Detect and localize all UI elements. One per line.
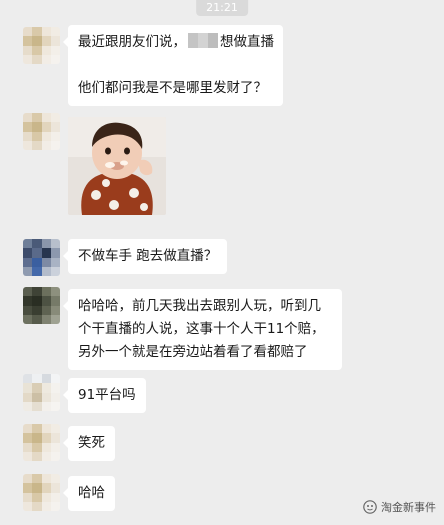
message-bubble[interactable]: 笑死 <box>63 426 115 461</box>
message-text-line: 最近跟朋友们说， 想做直播 <box>78 33 274 50</box>
image-message-baby-photo[interactable] <box>68 117 166 215</box>
message-text-line: 哈哈 <box>78 485 105 501</box>
avatar[interactable] <box>23 424 60 461</box>
message-bubble[interactable]: 哈哈哈，前几天我出去跟别人玩，听到几 个干直播的人说，这事十个人干11个赔， 另… <box>63 289 342 370</box>
avatar[interactable] <box>23 239 60 276</box>
redacted-name <box>188 33 218 48</box>
watermark: 淘金新事件 <box>363 499 436 515</box>
message-text-line: 他们都问我是不是哪里发财了？ <box>78 80 267 96</box>
baby-photo-illustration <box>68 117 166 215</box>
message-timestamp: 21:21 <box>196 0 248 16</box>
avatar[interactable] <box>23 287 60 324</box>
avatar[interactable] <box>23 27 60 64</box>
message-text-line: 笑死 <box>78 435 105 451</box>
message-bubble[interactable]: 最近跟朋友们说， 想做直播 他们都问我是不是哪里发财了？ <box>63 25 283 106</box>
message-bubble[interactable]: 91平台吗 <box>63 378 146 413</box>
message-text-line: 不做车手 跑去做直播？ <box>78 248 218 264</box>
message-bubble[interactable]: 不做车手 跑去做直播？ <box>62 239 228 274</box>
message-text-line: 个干直播的人说，这事十个人干11个赔， <box>78 321 325 337</box>
avatar[interactable] <box>23 374 60 411</box>
avatar[interactable] <box>23 113 60 150</box>
message-bubble[interactable]: 哈哈 <box>63 476 115 511</box>
message-text-line: 另外一个就是在旁边站着看了看都赔了 <box>78 344 308 360</box>
avatar[interactable] <box>23 474 60 511</box>
watermark-text: 淘金新事件 <box>381 501 436 514</box>
message-text-line: 哈哈哈，前几天我出去跟别人玩，听到几 <box>78 298 321 314</box>
message-text-line: 91平台吗 <box>78 387 136 403</box>
wechat-official-account-icon <box>363 500 377 514</box>
